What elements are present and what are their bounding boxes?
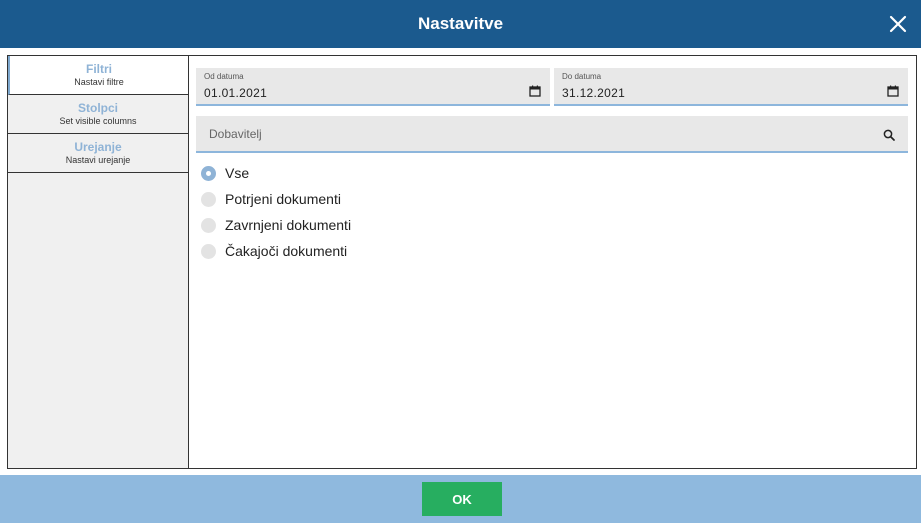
radio-button[interactable] (201, 165, 216, 181)
ok-button[interactable]: OK (422, 482, 502, 516)
close-icon[interactable] (887, 13, 909, 35)
settings-sidebar: Filtri Nastavi filtre Stolpci Set visibl… (8, 56, 189, 468)
date-to-label: Do datuma (562, 72, 602, 81)
radio-label: Vse (225, 165, 250, 181)
date-to-value[interactable]: 31.12.2021 (562, 86, 625, 100)
supplier-search-field (196, 116, 908, 153)
calendar-icon[interactable] (529, 85, 541, 97)
sidebar-item-label: Filtri (86, 62, 112, 76)
radio-button[interactable] (201, 191, 216, 207)
search-icon[interactable] (883, 129, 895, 141)
date-from-label: Od datuma (204, 72, 244, 81)
radio-label: Potrjeni dokumenti (225, 191, 341, 207)
sidebar-item-sublabel: Nastavi filtre (74, 77, 124, 87)
sidebar-item-filtri[interactable]: Filtri Nastavi filtre (8, 56, 188, 95)
sidebar-item-sublabel: Nastavi urejanje (65, 155, 131, 165)
radio-option-vse[interactable]: Vse (201, 160, 351, 186)
radio-option-cakajoci[interactable]: Čakajoči dokumenti (201, 238, 351, 264)
dialog-footer: OK (0, 475, 921, 523)
radio-label: Zavrnjeni dokumenti (225, 217, 352, 233)
radio-button[interactable] (201, 217, 216, 233)
document-status-radio-group: Vse Potrjeni dokumenti Zavrnjeni dokumen… (201, 160, 351, 264)
sidebar-item-urejanje[interactable]: Urejanje Nastavi urejanje (8, 134, 188, 173)
sidebar-item-label: Stolpci (77, 101, 118, 115)
dialog-header: Nastavitve (0, 0, 921, 48)
sidebar-item-stolpci[interactable]: Stolpci Set visible columns (8, 95, 188, 134)
date-from-field[interactable]: Od datuma 01.01.2021 (196, 68, 550, 106)
calendar-icon[interactable] (887, 85, 899, 97)
radio-label: Čakajoči dokumenti (225, 243, 348, 259)
radio-option-potrjeni[interactable]: Potrjeni dokumenti (201, 186, 351, 212)
date-from-value[interactable]: 01.01.2021 (204, 86, 267, 100)
radio-button[interactable] (201, 243, 216, 259)
sidebar-item-sublabel: Set visible columns (59, 116, 137, 126)
dialog-body: Filtri Nastavi filtre Stolpci Set visibl… (7, 55, 917, 469)
dialog-title: Nastavitve (417, 14, 504, 33)
radio-option-zavrnjeni[interactable]: Zavrnjeni dokumenti (201, 212, 351, 238)
supplier-search-input[interactable] (196, 116, 876, 151)
date-to-field[interactable]: Do datuma 31.12.2021 (554, 68, 908, 106)
sidebar-item-label: Urejanje (74, 140, 122, 154)
